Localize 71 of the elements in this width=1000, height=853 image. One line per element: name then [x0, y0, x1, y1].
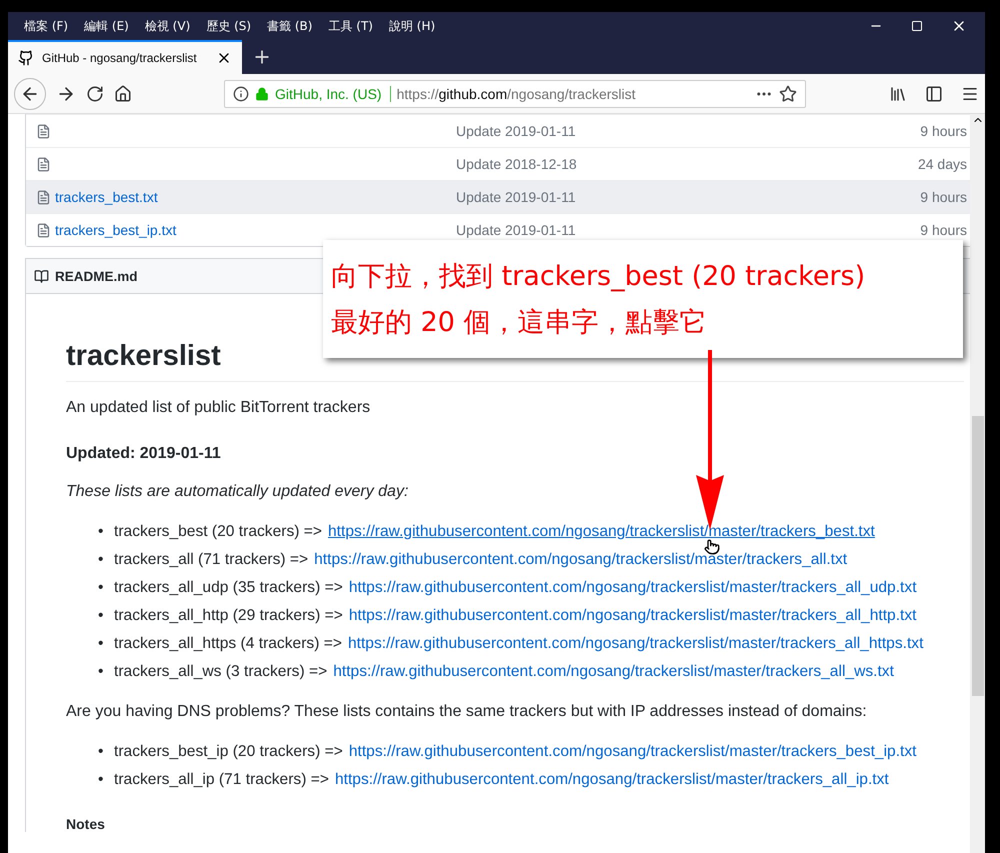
maximize-icon[interactable] — [911, 20, 923, 32]
file-link[interactable]: trackers_best.txt — [55, 189, 158, 205]
reload-icon[interactable] — [86, 84, 104, 102]
lock-icon — [255, 86, 269, 100]
browser-tab[interactable]: GitHub - ngosang/trackerslist — [8, 40, 242, 74]
list-item-text: trackers_all_ip (71 trackers) => — [114, 770, 329, 790]
bullet: • — [98, 578, 104, 598]
tracker-link[interactable]: https://raw.githubusercontent.com/ngosang/trackerslist/master/trackers_all_https.txt — [348, 630, 924, 658]
commit-age: 24 days — [918, 156, 967, 172]
tracker-link[interactable]: https://raw.githubusercontent.com/ngosang/trackerslist/master/trackers_all_http.txt — [348, 602, 917, 630]
commit-message: Update 2019-01-11 — [456, 123, 577, 139]
scrollbar-thumb[interactable] — [972, 416, 984, 696]
file-link[interactable]: trackers_best_ip.txt — [55, 222, 176, 238]
star-icon[interactable] — [779, 84, 797, 102]
menu-item[interactable]: 工具 (T) — [320, 18, 381, 34]
book-icon — [34, 268, 49, 284]
tracker-link[interactable]: https://raw.githubusercontent.com/ngosang/trackerslist/master/trackers_all_ws.txt — [333, 658, 894, 686]
menu-item[interactable]: 說明 (H) — [380, 18, 444, 34]
github-icon — [18, 50, 34, 66]
menu-item[interactable]: 編輯 (E) — [76, 18, 137, 34]
bullet: • — [98, 522, 104, 542]
list-item-text: trackers_all_ws (3 trackers) => — [114, 662, 328, 682]
back-button[interactable] — [14, 78, 46, 110]
home-icon[interactable] — [114, 84, 132, 102]
updated-text: Updated: 2019-01-11 — [66, 444, 222, 464]
list-item-text: trackers_all (71 trackers) => — [114, 550, 308, 570]
bullet: • — [98, 662, 104, 682]
commit-message: Update 2019-01-11 — [456, 222, 577, 238]
menu-item[interactable]: 歷史 (S) — [198, 18, 260, 34]
commit-message: Update 2019-01-11 — [456, 189, 577, 205]
intro-text: An updated list of public BitTorrent trackers — [66, 398, 372, 418]
tracker-link[interactable]: https://raw.githubusercontent.com/ngosang/trackerslist/master/trackers_all_udp.txt — [348, 574, 917, 602]
note-text: These lists are automatically updated every day: — [66, 482, 410, 502]
library-icon[interactable] — [889, 84, 907, 102]
callout-text: 最好的 20 個，這串字，點擊它 — [331, 306, 708, 340]
info-icon[interactable] — [233, 86, 249, 102]
dns-note: Are you having DNS problems? These lists contains the same trackers but with IP addresses instead of domains: — [66, 702, 868, 722]
list-item-text: trackers_all_https (4 trackers) => — [114, 634, 342, 654]
bullet: • — [98, 550, 104, 570]
readme-filename: README.md — [55, 268, 138, 284]
file-icon — [36, 222, 51, 238]
callout-text: 向下拉，找到 trackers_best (20 trackers) — [331, 260, 866, 294]
file-icon — [36, 190, 51, 204]
list-item-text: trackers_best (20 trackers) => — [114, 522, 322, 542]
tab-title: GitHub - ngosang/trackerslist — [42, 51, 198, 65]
notes-heading: Notes — [66, 816, 106, 832]
bullet: • — [98, 742, 104, 762]
menu-item[interactable]: 檔案 (F) — [16, 18, 76, 34]
url-text: https://github.com/ngosang/trackerslist — [396, 86, 637, 102]
address-bar[interactable]: GitHub, Inc. (US) https://github.com/ngosang/trackerslist — [224, 80, 806, 108]
list-item-text: trackers_all_udp (35 trackers) => — [114, 578, 343, 598]
tracker-link[interactable]: https://raw.githubusercontent.com/ngosang/trackerslist/master/trackers_all_ip.txt — [334, 766, 889, 794]
commit-message: Update 2018-12-18 — [456, 156, 578, 172]
tracker-link[interactable]: https://raw.githubusercontent.com/ngosang/trackerslist/master/trackers_best.txt — [328, 518, 875, 546]
list-item-text: trackers_best_ip (20 trackers) => — [114, 742, 343, 762]
file-row[interactable]: trackers_best.txt Update 2019-01-11 9 hours — [26, 180, 970, 213]
commit-age: 9 hours — [920, 189, 967, 205]
tracker-link[interactable]: https://raw.githubusercontent.com/ngosang/trackerslist/master/trackers_best_ip.txt — [348, 738, 917, 766]
commit-age: 9 hours — [920, 123, 967, 139]
file-icon — [36, 124, 51, 138]
site-identity: GitHub, Inc. (US) — [275, 86, 391, 102]
bullet: • — [98, 634, 104, 654]
file-icon — [36, 156, 51, 172]
list-item-text: trackers_all_http (29 trackers) => — [114, 606, 343, 626]
menu-item[interactable]: 書籤 (B) — [259, 18, 320, 34]
tracker-link[interactable]: https://raw.githubusercontent.com/ngosang/trackerslist/master/trackers_all.txt — [314, 546, 848, 574]
sidebar-icon[interactable] — [925, 84, 943, 102]
menu-item[interactable]: 檢視 (V) — [136, 18, 198, 34]
commit-age: 9 hours — [920, 222, 967, 238]
bullet: • — [98, 770, 104, 790]
bullet: • — [98, 606, 104, 626]
